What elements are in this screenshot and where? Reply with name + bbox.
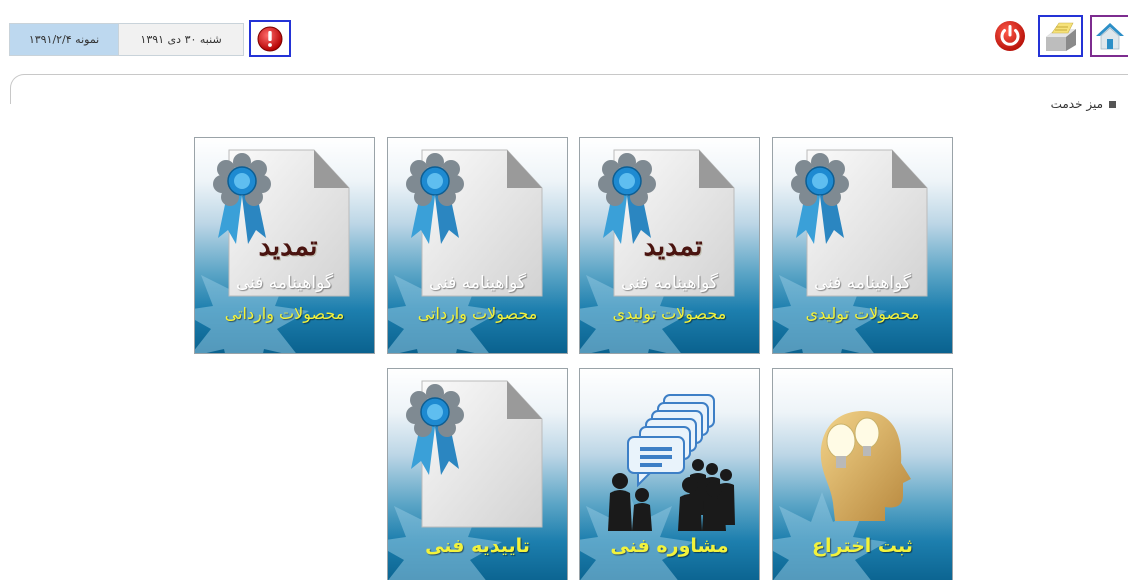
tile-title: گواهینامه فنی: [620, 273, 719, 293]
print-button[interactable]: [1038, 15, 1083, 57]
version-label: نمونه ۱۳۹۱/۲/۴: [10, 24, 119, 55]
home-icon: [1096, 23, 1124, 50]
date-info-box: شنبه ۳۰ دی ۱۳۹۱ نمونه ۱۳۹۱/۲/۴: [9, 23, 244, 56]
award-ribbon-icon: [406, 153, 464, 244]
tile-technical-approval[interactable]: تاییدیه فنی: [387, 368, 568, 580]
alert-button[interactable]: [249, 20, 291, 57]
tile-certificate-import-renewal[interactable]: تمدید گواهینامه فنی محصولات وارداتی: [194, 137, 375, 354]
tile-subtitle: محصولات وارداتی: [224, 304, 345, 323]
award-ribbon-icon: [406, 384, 464, 475]
tile-title: ثبت اختراع: [812, 535, 913, 557]
bullet-icon: [1109, 100, 1116, 108]
home-button[interactable]: [1090, 15, 1128, 57]
breadcrumb-label: میز خدمت: [1050, 97, 1103, 111]
tile-title: گواهینامه فنی: [813, 273, 912, 293]
renewal-label: تمدید: [643, 231, 703, 262]
tile-subtitle: محصولات تولیدی: [612, 304, 727, 323]
award-ribbon-icon: [791, 153, 849, 244]
current-date: شنبه ۳۰ دی ۱۳۹۱: [118, 24, 243, 55]
tile-technical-consultation[interactable]: مشاوره فنی: [579, 368, 760, 580]
tile-title: مشاوره فنی: [610, 535, 729, 557]
tile-title: تاییدیه فنی: [425, 535, 530, 557]
tile-certificate-import[interactable]: گواهینامه فنی محصولات وارداتی: [387, 137, 568, 354]
tile-subtitle: محصولات تولیدی: [805, 304, 920, 323]
alert-icon: [257, 26, 283, 51]
header-divider: [10, 74, 1128, 104]
tile-subtitle: محصولات وارداتی: [417, 304, 538, 323]
tile-certificate-production[interactable]: گواهینامه فنی محصولات تولیدی: [772, 137, 953, 354]
printer-icon: [1045, 22, 1076, 51]
tile-certificate-production-renewal[interactable]: تمدید گواهینامه فنی محصولات تولیدی: [579, 137, 760, 354]
consultation-crowd-icon: [608, 394, 735, 531]
power-icon: [995, 21, 1025, 51]
renewal-label: تمدید: [258, 231, 318, 262]
tile-title: گواهینامه فنی: [235, 273, 334, 293]
idea-head-icon: [820, 411, 911, 521]
logout-button[interactable]: [990, 15, 1030, 57]
tile-title: گواهینامه فنی: [428, 273, 527, 293]
tile-patent-registration[interactable]: ثبت اختراع: [772, 368, 953, 580]
breadcrumb: میز خدمت: [1051, 97, 1116, 111]
